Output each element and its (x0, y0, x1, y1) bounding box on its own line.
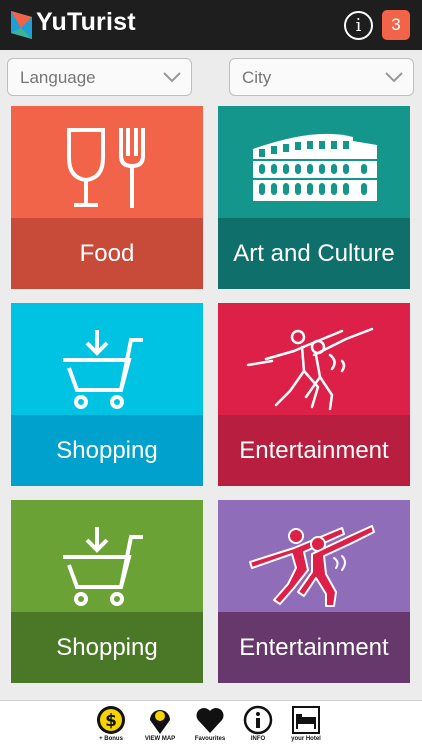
tile-entertainment[interactable]: Entertainment (218, 303, 410, 486)
svg-text:$: $ (105, 711, 117, 731)
nav-view-map[interactable]: VIEW MAP (140, 705, 180, 749)
tile-entertainment-2-top (218, 500, 410, 612)
tile-entertainment-2[interactable]: Entertainment (218, 500, 410, 683)
nav-your-hotel-label: your Hotel (291, 736, 321, 742)
nav-info-label: INFO (250, 736, 266, 742)
tile-shopping-2[interactable]: Shopping (11, 500, 203, 683)
dancers-icon (246, 327, 374, 411)
dancers-icon (249, 525, 375, 607)
language-select-value: Language (20, 68, 96, 87)
tile-art-label: Art and Culture (218, 218, 410, 289)
tile-shopping-top (11, 303, 203, 415)
nav-your-hotel[interactable]: your Hotel (286, 705, 326, 749)
tile-shopping-label: Shopping (11, 415, 203, 486)
chevron-down-icon (385, 72, 403, 83)
nav-bonus-label: + Bonus (99, 736, 123, 742)
tile-shopping-2-top (11, 500, 203, 612)
tile-art-and-culture[interactable]: Art and Culture (218, 106, 410, 289)
app-title: YuTurist (36, 8, 136, 36)
info-icon: i (355, 15, 362, 36)
city-select[interactable]: City (229, 58, 414, 96)
bottom-nav: $ + Bonus VIEW MAP Favourites INFO your … (0, 700, 422, 750)
nav-info[interactable]: INFO (238, 705, 278, 749)
info-button[interactable]: i (344, 11, 373, 40)
tile-entertainment-2-label: Entertainment (218, 612, 410, 683)
info-icon (243, 705, 273, 735)
nav-favourites-label: Favourites (194, 736, 226, 742)
hotel-bed-icon (292, 706, 320, 734)
nav-favourites[interactable]: Favourites (190, 705, 230, 749)
glass-fork-icon (67, 128, 145, 208)
dollar-coin-icon: $ (97, 706, 125, 734)
notification-badge[interactable]: 3 (382, 10, 410, 40)
cart-icon (63, 330, 143, 409)
tile-art-top (218, 106, 410, 218)
tile-food[interactable]: Food (11, 106, 203, 289)
nav-bonus[interactable]: $ + Bonus (91, 705, 131, 749)
top-bar: YuTurist i 3 (0, 0, 422, 50)
map-pin-icon (150, 710, 170, 734)
city-select-value: City (242, 68, 272, 87)
colosseum-icon (253, 133, 377, 201)
chevron-down-icon (163, 72, 181, 83)
heart-icon (196, 708, 224, 733)
tile-entertainment-label: Entertainment (218, 415, 410, 486)
tile-entertainment-top (218, 303, 410, 415)
nav-view-map-label: VIEW MAP (144, 736, 176, 742)
tile-food-label: Food (11, 218, 203, 289)
tile-food-top (11, 106, 203, 218)
cart-icon (63, 527, 143, 606)
language-select[interactable]: Language (7, 58, 192, 96)
tile-shopping-2-label: Shopping (11, 612, 203, 683)
app-logo-icon (11, 11, 32, 39)
tile-shopping[interactable]: Shopping (11, 303, 203, 486)
